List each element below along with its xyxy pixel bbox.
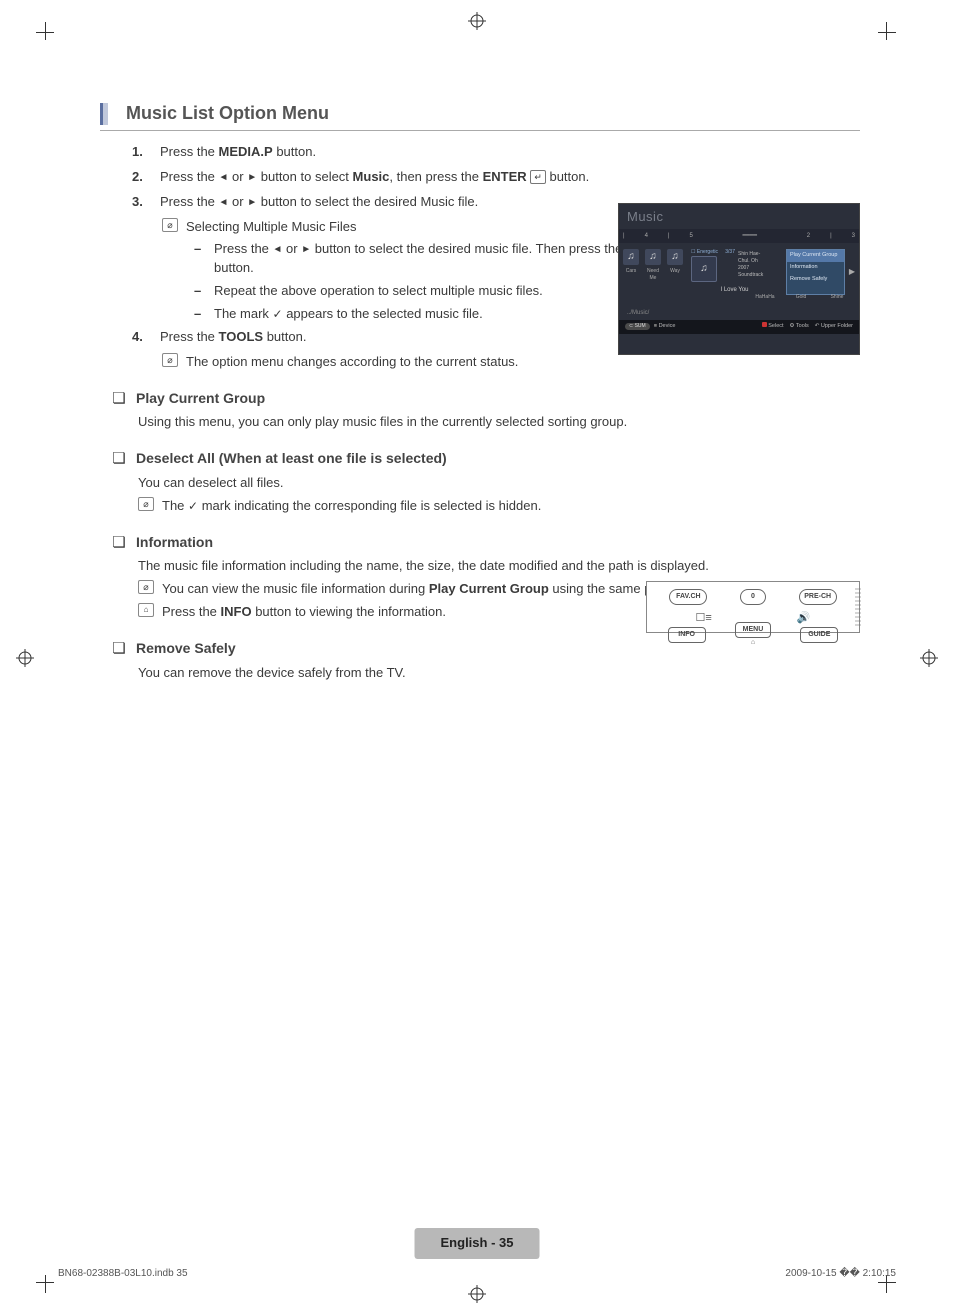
information-body: The music file information including the… — [138, 557, 860, 576]
step-1: Press the MEDIA.P button. — [150, 143, 860, 162]
registration-mark-icon — [16, 649, 34, 667]
note-icon: ⌀ — [138, 497, 154, 511]
steps-list: Press the MEDIA.P button. Press the or b… — [100, 143, 860, 212]
remote-speaker-icon: 🔊 — [797, 611, 811, 627]
music-note-icon: ♫ — [623, 249, 639, 265]
note-icon: ⌀ — [162, 353, 178, 367]
tv-path: ../Music/ — [619, 301, 859, 320]
right-arrow-icon — [247, 194, 257, 209]
print-meta-left: BN68-02388B-03L10.indb 35 — [58, 1267, 188, 1282]
deselect-all-heading: Deselect All (When at least one file is … — [136, 448, 447, 468]
left-arrow-icon — [219, 194, 229, 209]
registration-mark-icon — [468, 1285, 486, 1303]
remote-favch-button: FAV.CH — [669, 589, 707, 605]
remote-illustration: FAV.CH 0 PRE-CH ☐≡ 🔊 INFO MENU ⌂ GUIDE — [646, 581, 860, 633]
tv-song-title: I Love You — [720, 286, 748, 295]
remote-zero-button: 0 — [740, 589, 766, 605]
deselect-all-body: You can deselect all files. — [138, 474, 860, 493]
left-arrow-icon — [219, 169, 229, 184]
deselect-all-note: The ✓ mark indicating the corresponding … — [162, 497, 541, 516]
remote-icon: ⌂ — [138, 603, 154, 617]
step-2: Press the or button to select Music, the… — [150, 168, 860, 187]
registration-mark-icon — [468, 12, 486, 30]
note-icon: ⌀ — [138, 580, 154, 594]
remote-info-button: INFO — [668, 627, 706, 643]
tv-menu-item: Remove Safely — [787, 274, 844, 286]
note-icon: ⌀ — [162, 218, 178, 232]
right-arrow-icon — [247, 169, 257, 184]
information-heading: Information — [136, 532, 213, 552]
print-meta-right: 2009-10-15 �� 2:10:15 — [785, 1267, 896, 1282]
tv-menu-item: Information — [787, 262, 844, 274]
check-icon: ✓ — [273, 307, 283, 321]
tv-screen-illustration: Music |4|5 ━━━━ 2|3 ♫Cars ♫Need Me ♫Way — [618, 203, 860, 355]
bookmark-icon: ❏ — [112, 532, 126, 554]
check-icon: ✓ — [188, 499, 198, 513]
right-arrow-icon — [301, 241, 311, 256]
bookmark-icon: ❏ — [112, 638, 126, 660]
music-note-icon: ♫ — [667, 249, 683, 265]
remote-menu-button: MENU — [735, 622, 771, 638]
play-current-group-heading: Play Current Group — [136, 388, 265, 408]
play-current-group-body: Using this menu, you can only play music… — [138, 413, 860, 432]
remote-tt-icon: ☐≡ — [696, 611, 712, 627]
music-note-icon: ♫ — [645, 249, 661, 265]
red-dot-icon — [762, 322, 767, 327]
music-note-icon: ♫ — [691, 256, 717, 282]
tv-app-title: Music — [619, 204, 859, 229]
information-note1: You can view the music file information … — [162, 580, 713, 599]
section-title: Music List Option Menu — [126, 100, 329, 126]
section-accent-bar — [100, 103, 108, 125]
remote-prech-button: PRE-CH — [799, 589, 837, 605]
remote-guide-button: GUIDE — [800, 627, 838, 643]
information-note2: Press the INFO button to viewing the inf… — [162, 603, 446, 622]
bookmark-icon: ❏ — [112, 448, 126, 470]
step-4-note: The option menu changes according to the… — [186, 353, 518, 372]
page-footer-tab: English - 35 — [415, 1228, 540, 1259]
enter-icon: ↵ — [530, 170, 546, 184]
tv-option-menu: Play Current Group Information Remove Sa… — [786, 249, 845, 295]
remove-safely-heading: Remove Safely — [136, 638, 236, 658]
sum-badge: ⊂ SUM — [625, 323, 650, 330]
registration-mark-icon — [920, 649, 938, 667]
section-underline — [100, 130, 860, 131]
left-arrow-icon — [273, 241, 283, 256]
remove-safely-body: You can remove the device safely from th… — [138, 664, 860, 683]
bookmark-icon: ❏ — [112, 388, 126, 410]
step-3-note-title: Selecting Multiple Music Files — [186, 218, 357, 237]
tv-menu-item: Play Current Group — [787, 250, 844, 262]
